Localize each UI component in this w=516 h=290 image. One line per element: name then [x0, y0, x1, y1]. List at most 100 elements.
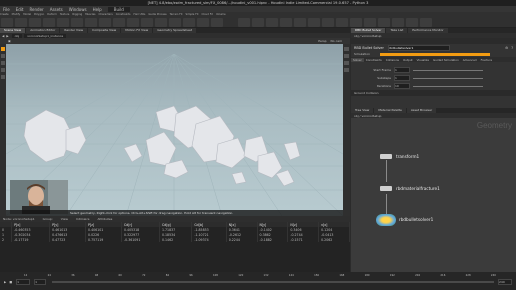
tick-label: 156	[314, 273, 320, 277]
font-tool-icon[interactable]	[155, 18, 167, 27]
back-arrow-icon[interactable]: ◀	[2, 34, 4, 38]
path-tool-icon[interactable]	[127, 18, 139, 27]
node-transform1[interactable]	[380, 154, 392, 159]
metaball-tool-icon[interactable]	[197, 18, 209, 27]
subtab-fracture[interactable]: Fracture	[479, 58, 495, 62]
network-path[interactable]: obj / voronoiSetup	[354, 114, 381, 118]
null-tool-icon[interactable]	[71, 18, 83, 27]
box-tool-icon[interactable]	[15, 18, 27, 27]
curve-tool-icon[interactable]	[113, 18, 125, 27]
subtab-constraints[interactable]: Constraints	[364, 58, 384, 62]
fractured-pieces	[23, 105, 301, 187]
iterations-slider[interactable]	[413, 85, 483, 87]
snapshot-icon[interactable]	[344, 68, 349, 72]
menu-file[interactable]: File	[3, 7, 10, 12]
menu-windows[interactable]: Windows	[69, 7, 87, 12]
window-title: [NET] 4.8/ebo/zsdm_fractured_sim/FX_0086…	[147, 1, 369, 5]
spreadsheet-attributes[interactable]: Attributes	[97, 217, 112, 221]
tick-label: 84	[165, 273, 170, 277]
param-label: Iterations	[376, 84, 391, 88]
help-icon[interactable]: ?	[511, 46, 513, 50]
move-tool-icon[interactable]	[1, 54, 5, 58]
torus-tool-icon[interactable]	[43, 18, 55, 27]
node-name-field[interactable]: rbdbulletsolver1	[387, 44, 450, 51]
volume-light-icon[interactable]	[280, 18, 292, 27]
display-options-icon[interactable]	[344, 47, 349, 51]
table-row[interactable]: 0 -0.460353 0.461013 0.406101 0.405318 1…	[0, 227, 350, 232]
gear-icon[interactable]: ⚙	[505, 46, 508, 50]
section-label[interactable]: Ground Collision	[354, 91, 379, 95]
grid-tool-icon[interactable]	[57, 18, 69, 27]
platonic-tool-icon[interactable]	[169, 18, 181, 27]
distant-light-icon[interactable]	[294, 18, 306, 27]
lighting-icon[interactable]	[344, 61, 349, 65]
substeps-slider[interactable]	[413, 77, 483, 79]
menu-assets[interactable]: Assets	[50, 7, 63, 12]
environment-light-icon[interactable]	[308, 18, 320, 27]
end-frame-field[interactable]: 240	[498, 279, 512, 285]
node-rbdmaterialfracture1[interactable]	[380, 186, 392, 191]
start-frame-range-field[interactable]: 1	[34, 279, 47, 285]
timeline-track[interactable]	[52, 281, 494, 283]
table-row[interactable]: 2 -0.17719 0.47723 0.757119 -0.361091 0.…	[0, 237, 350, 242]
camera-menu[interactable]: Persp	[318, 39, 326, 43]
iterations-field[interactable]: 10	[394, 83, 410, 89]
vr-camera-icon[interactable]	[406, 18, 418, 27]
table-row[interactable]: 1 -0.302034 0.476613 0.0226 0.322977 0.1…	[0, 232, 350, 237]
caustic-light-icon[interactable]	[350, 18, 362, 27]
stereo-camera-icon[interactable]	[420, 18, 432, 27]
menu-help[interactable]: Help	[93, 7, 102, 12]
spreadsheet-view[interactable]: View	[61, 217, 68, 221]
subtab-advanced[interactable]: Advanced	[461, 58, 479, 62]
circle-tool-icon[interactable]	[99, 18, 111, 27]
substeps-field[interactable]: 1	[394, 75, 410, 81]
handle-tool-icon[interactable]	[1, 75, 5, 79]
menu-edit[interactable]: Edit	[16, 7, 24, 12]
spreadsheet-intrinsics[interactable]: Intrinsics	[76, 217, 90, 221]
camera-tool-icon[interactable]	[392, 18, 404, 27]
node-label: transform1	[396, 154, 420, 159]
geometry-light-icon[interactable]	[266, 18, 278, 27]
spray-paint-tool-icon[interactable]	[141, 18, 153, 27]
node-rbdbulletsolver1[interactable]	[376, 214, 396, 226]
forward-arrow-icon[interactable]: ▶	[6, 34, 8, 38]
select-tool-icon[interactable]	[1, 47, 5, 51]
portal-light-icon[interactable]	[364, 18, 376, 27]
ambient-light-icon[interactable]	[378, 18, 390, 27]
spreadsheet-node[interactable]: Node: voronoiSetup1	[3, 217, 35, 221]
desktop-select[interactable]: Build	[107, 6, 130, 12]
rotate-tool-icon[interactable]	[1, 61, 5, 65]
stop-icon[interactable]: ■	[9, 280, 12, 284]
tube-tool-icon[interactable]	[29, 18, 41, 27]
table-cell: -0.361091	[121, 237, 160, 242]
subtab-visualize[interactable]: Visualize	[415, 58, 431, 62]
subtab-solver[interactable]: Solver	[351, 57, 364, 62]
scale-tool-icon[interactable]	[1, 68, 5, 72]
start-frame-slider[interactable]	[413, 69, 483, 71]
sphere-tool-icon[interactable]	[1, 18, 13, 27]
start-frame-field[interactable]: 1	[394, 67, 410, 73]
subtab-output[interactable]: Output	[401, 58, 415, 62]
spot-light-icon[interactable]	[238, 18, 250, 27]
view-camera-menu[interactable]: No cam	[331, 39, 342, 43]
area-light-icon[interactable]	[252, 18, 264, 27]
sim-bar[interactable]	[379, 52, 490, 56]
geometry-spreadsheet[interactable]: P[x] P[y] P[z] Cd[r] Cd[g] Cd[b] N[x] N[…	[0, 222, 350, 272]
spreadsheet-group[interactable]: Group:	[43, 217, 53, 221]
subtab-guided-sim[interactable]: Guided Simulation	[431, 58, 461, 62]
file-tool-icon[interactable]	[211, 18, 223, 27]
sky-light-icon[interactable]	[322, 18, 334, 27]
gi-light-icon[interactable]	[336, 18, 348, 27]
line-tool-icon[interactable]	[85, 18, 97, 27]
menu-render[interactable]: Render	[29, 7, 43, 12]
network-editor[interactable]: Geometry transform1 rbdmaterialfracture1…	[351, 118, 516, 272]
param-path[interactable]: obj / voronoiSetup	[354, 34, 381, 38]
frame-field[interactable]: 1	[16, 279, 31, 285]
l-system-tool-icon[interactable]	[183, 18, 195, 27]
subtab-collisions[interactable]: Collisions	[384, 58, 401, 62]
wireframe-icon[interactable]	[344, 54, 349, 58]
path-obj[interactable]: obj	[11, 33, 23, 38]
view-icon[interactable]: ▣	[8, 39, 11, 43]
path-node[interactable]: voronoiSetup1_instance	[24, 33, 67, 38]
play-icon[interactable]: ▶	[4, 280, 6, 284]
